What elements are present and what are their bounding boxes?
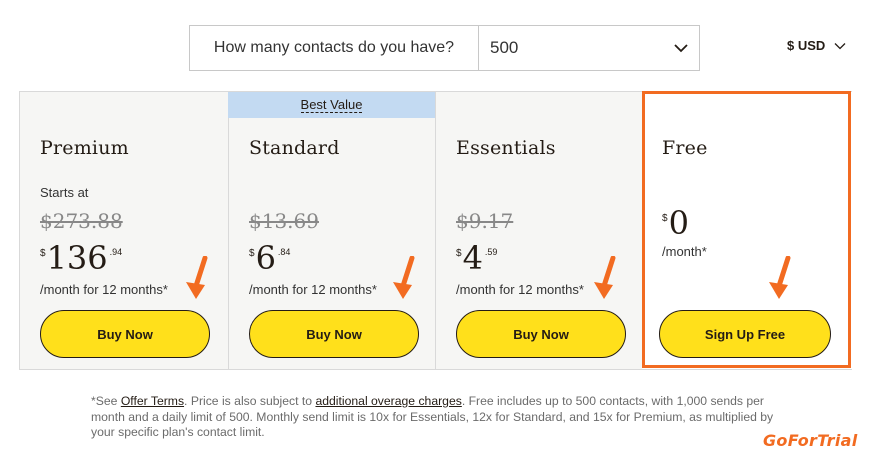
price-cents: .59 (484, 247, 498, 257)
starts-at-label: Starts at (40, 185, 89, 200)
old-price: $273.88 (40, 209, 123, 233)
offer-terms-link[interactable]: Offer Terms (121, 394, 184, 408)
best-value-badge: Best Value (228, 92, 435, 118)
price-whole: 6 (255, 239, 276, 277)
contacts-question-label: How many contacts do you have? (190, 26, 479, 70)
price-period: /month for 12 months* (249, 282, 377, 297)
current-price: $ 0 (662, 205, 689, 241)
orange-arrow-icon (594, 256, 616, 299)
orange-arrow-icon (769, 256, 791, 299)
currency-symbol: $ (662, 213, 668, 224)
pricing-plans: Premium Starts at $273.88 $ 136 .94 /mon… (19, 91, 853, 370)
plan-card-essentials: Essentials $9.17 $ 4 .59 /month for 12 m… (435, 92, 642, 369)
orange-arrow-icon (186, 256, 208, 299)
plan-name: Essentials (456, 137, 556, 159)
currency-selector[interactable]: $ USD (787, 38, 846, 53)
plan-card-standard: Standard $13.69 $ 6 .84 /month for 12 mo… (228, 92, 435, 369)
buy-now-button-standard[interactable]: Buy Now (249, 310, 419, 358)
price-whole: 136 (46, 239, 108, 277)
currency-symbol: $ (40, 248, 46, 259)
best-value-label: Best Value (300, 96, 363, 113)
current-price: $ 6 .84 (249, 240, 290, 276)
old-price: $13.69 (249, 209, 319, 233)
old-price: $9.17 (456, 209, 514, 233)
buy-now-button-essentials[interactable]: Buy Now (456, 310, 626, 358)
price-whole: 4 (462, 239, 483, 277)
currency-label: $ USD (787, 38, 826, 53)
price-cents: .94 (109, 247, 123, 257)
overage-charges-link[interactable]: additional overage charges (315, 394, 461, 408)
price-whole: 0 (668, 204, 689, 242)
plan-name: Standard (249, 137, 340, 159)
plan-card-free: Free $ 0 /month* Sign Up Free (642, 92, 853, 369)
buy-now-button-premium[interactable]: Buy Now (40, 310, 210, 358)
contacts-selected-value: 500 (490, 38, 519, 57)
plan-card-premium: Premium Starts at $273.88 $ 136 .94 /mon… (20, 92, 228, 369)
price-period: /month for 12 months* (40, 282, 168, 297)
footnote-text: *See (91, 394, 121, 408)
price-cents: .84 (277, 247, 291, 257)
currency-symbol: $ (456, 248, 462, 259)
currency-symbol: $ (249, 248, 255, 259)
orange-arrow-icon (393, 256, 415, 299)
contacts-dropdown[interactable]: 500 (479, 26, 699, 70)
footnote-text: . Price is also subject to (184, 394, 316, 408)
chevron-down-icon (674, 44, 688, 53)
plan-name: Free (662, 137, 708, 159)
price-period: /month* (662, 244, 707, 259)
contacts-selector: How many contacts do you have? 500 (189, 25, 700, 71)
sign-up-free-button[interactable]: Sign Up Free (659, 310, 831, 358)
price-period: /month for 12 months* (456, 282, 584, 297)
current-price: $ 136 .94 (40, 240, 122, 276)
chevron-down-icon (834, 42, 846, 49)
gofortrial-watermark: GoForTrial (763, 431, 858, 450)
plan-name: Premium (40, 137, 129, 159)
current-price: $ 4 .59 (456, 240, 497, 276)
pricing-footnote: *See Offer Terms. Price is also subject … (91, 394, 791, 441)
